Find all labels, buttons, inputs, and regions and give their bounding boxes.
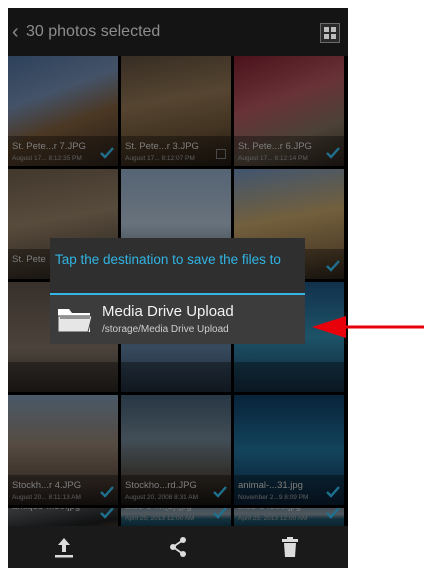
destination-option-media-drive-upload[interactable]: Media Drive Upload /storage/Media Drive … [50, 295, 305, 344]
trash-icon[interactable] [278, 535, 302, 559]
bottom-action-bar [8, 526, 348, 568]
action-bar: ‹ 30 photos selected [8, 8, 348, 56]
back-icon[interactable]: ‹ [12, 21, 26, 44]
annotation-arrow-icon [312, 316, 424, 338]
share-icon[interactable] [166, 535, 190, 559]
phone-screen: ‹ 30 photos selected St. Pete...r 7.JPG A… [8, 8, 348, 568]
destination-name: Media Drive Upload [102, 303, 234, 320]
destination-dialog: Tap the destination to save the files to… [50, 238, 305, 344]
destination-path: /storage/Media Drive Upload [102, 324, 229, 335]
grid-view-icon[interactable] [320, 23, 340, 43]
selection-title: 30 photos selected [26, 23, 161, 40]
dialog-title: Tap the destination to save the files to [55, 252, 281, 267]
upload-icon[interactable] [52, 535, 76, 559]
folder-icon [57, 309, 93, 333]
